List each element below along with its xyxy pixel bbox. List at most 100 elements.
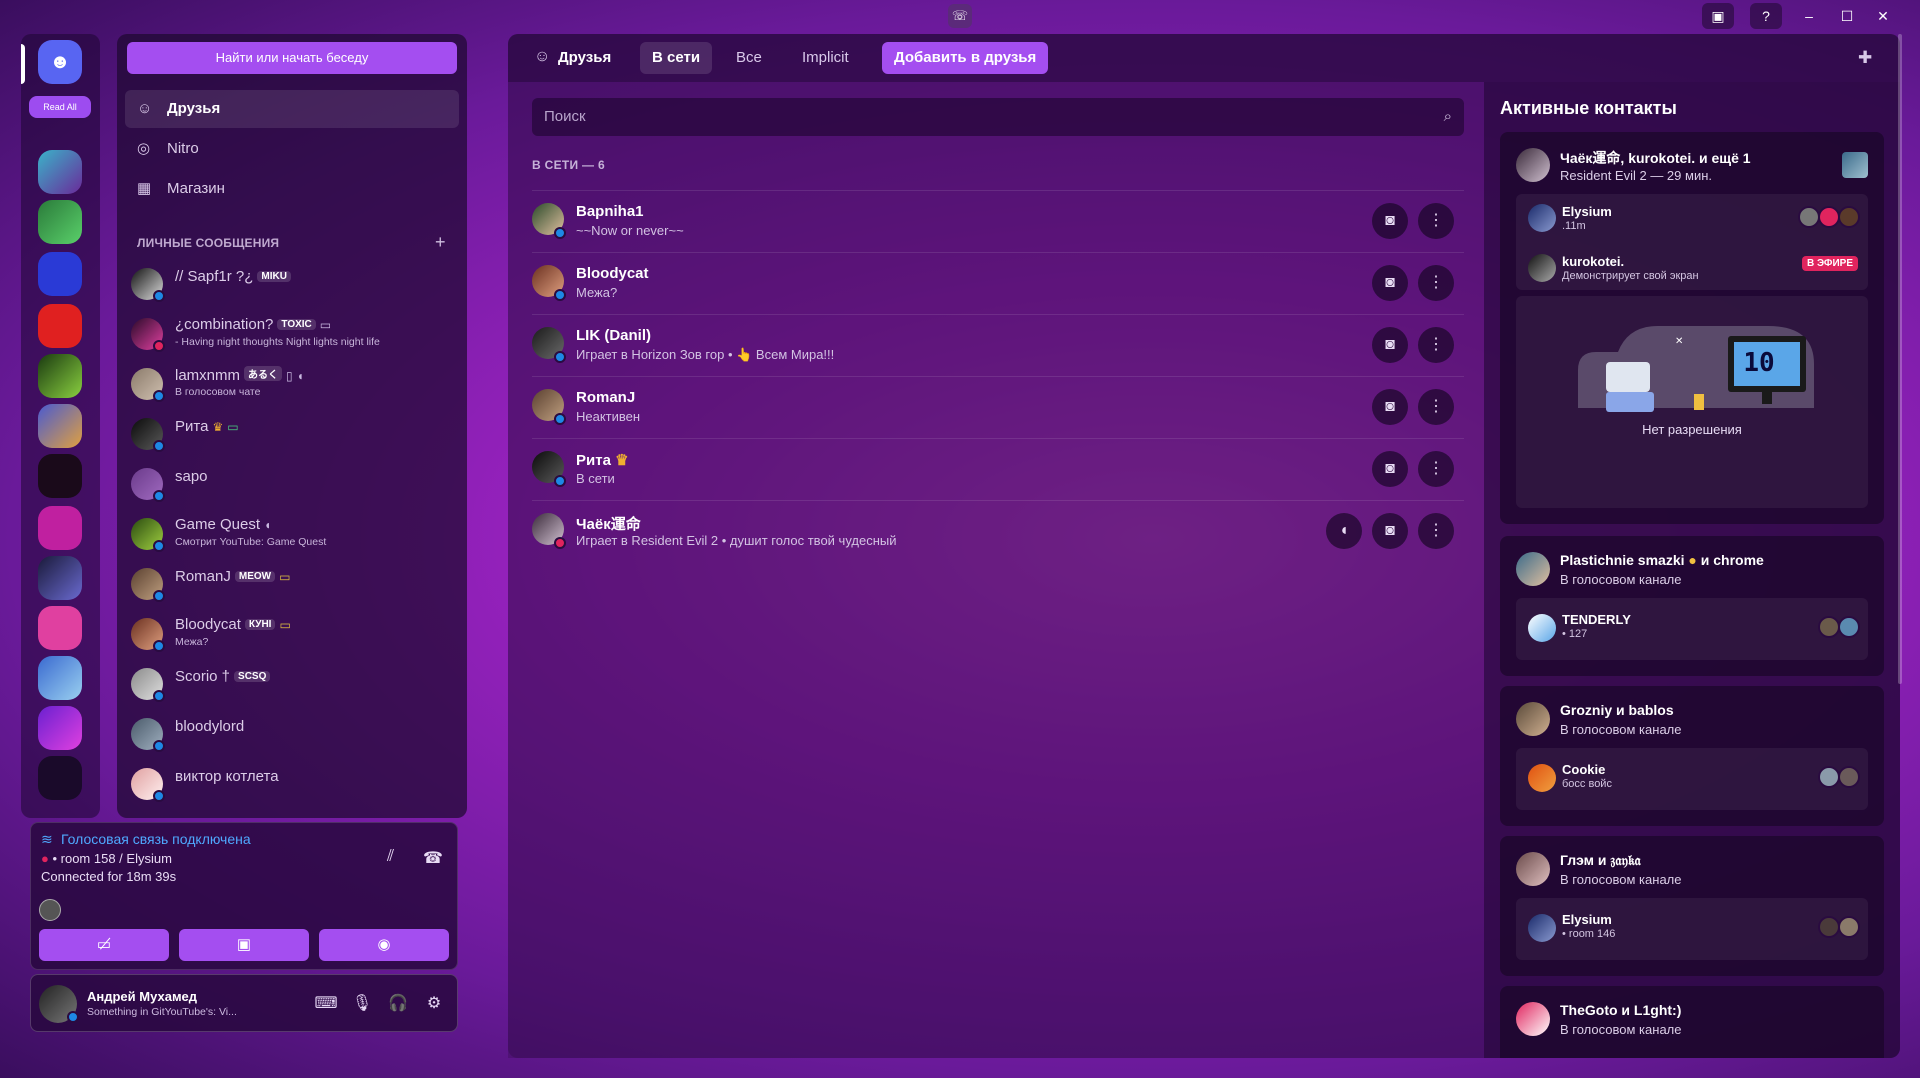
nav-nitro[interactable]: ◎ Nitro xyxy=(125,130,459,168)
server-icon[interactable] xyxy=(38,454,82,498)
server-icon[interactable] xyxy=(38,606,82,650)
message-button[interactable]: ◙ xyxy=(1372,451,1408,487)
participant-avatar[interactable] xyxy=(39,899,61,921)
find-conversation-button[interactable]: Найти или начать беседу xyxy=(127,42,457,74)
mobile-icon: ▯ xyxy=(286,369,293,383)
read-all-button[interactable]: Read All xyxy=(29,96,91,118)
more-button[interactable]: ⋮ xyxy=(1418,265,1454,301)
minimize-icon[interactable]: – xyxy=(1792,4,1826,28)
microphone-icon[interactable]: 🎙 xyxy=(349,991,375,1017)
voice-channel-box[interactable]: TENDERLY • 127 xyxy=(1516,598,1868,660)
more-button[interactable]: ⋮ xyxy=(1418,389,1454,425)
status-dot xyxy=(554,227,566,239)
status-dot xyxy=(153,340,165,352)
dm-name: ¿combination? TOXIC ▭ xyxy=(175,316,332,333)
server-icon[interactable] xyxy=(38,756,82,800)
voice-channel[interactable]: ● • room 158 / Elysium xyxy=(41,851,172,866)
message-button[interactable]: ◙ xyxy=(1372,389,1408,425)
tab-online[interactable]: В сети xyxy=(640,42,713,74)
friend-row[interactable]: RomanJ Неактивен ◙ ⋮ xyxy=(532,376,1464,438)
create-dm-icon[interactable]: + xyxy=(435,232,446,253)
dm-item[interactable]: ¿combination? TOXIC ▭ - Having night thoug… xyxy=(131,312,457,356)
more-button[interactable]: ⋮ xyxy=(1418,203,1454,239)
headphones-icon[interactable]: 🎧 xyxy=(385,991,411,1017)
friend-row[interactable]: LIK (Danil) Играет в Horizon Зов гор • 👆… xyxy=(532,314,1464,376)
server-icon[interactable] xyxy=(38,304,82,348)
friend-row[interactable]: Bloodycat Межа? ◙ ⋮ xyxy=(532,252,1464,314)
add-friend-button[interactable]: Добавить в друзья xyxy=(882,42,1049,74)
dm-item[interactable]: Scorio † SCSQ xyxy=(131,662,457,706)
server-icon[interactable] xyxy=(38,200,82,244)
voice-channel-box[interactable]: Elysium • room 146 xyxy=(1516,898,1868,960)
server-icon[interactable] xyxy=(38,656,82,700)
activity-card[interactable]: Глэм и 𝔷𝔞𝔶𝔨𝔞 В голосовом канале Elysium … xyxy=(1500,836,1884,976)
dm-item[interactable]: // Sapf1r ?¿ MIKU xyxy=(131,262,457,306)
activity-card[interactable]: Grozniy и bablos В голосовом канале Cook… xyxy=(1500,686,1884,826)
gamepad-icon[interactable]: ⌨ xyxy=(313,991,339,1017)
message-button[interactable]: ◙ xyxy=(1372,513,1408,549)
inbox-icon[interactable]: ▣ xyxy=(1702,3,1734,29)
noise-suppression-icon[interactable]: ⫽ xyxy=(387,848,394,866)
dm-item[interactable]: Game Quest ◖ Смотрит YouTube: Game Quest xyxy=(131,512,457,556)
member-avatar xyxy=(1818,916,1840,938)
dm-item[interactable]: Bloodycat КУНІ ▭ Межа? xyxy=(131,612,457,656)
tab-all[interactable]: Все xyxy=(724,42,774,74)
voice-channel-box[interactable]: Elysium .11m kurokotei. Демонстрирует св… xyxy=(1516,194,1868,290)
dm-item[interactable]: Рита ♛ ▭ xyxy=(131,412,457,456)
more-button[interactable]: ⋮ xyxy=(1418,451,1454,487)
more-button[interactable]: ⋮ xyxy=(1418,327,1454,363)
voice-channel-box[interactable]: Cookie босс войс xyxy=(1516,748,1868,810)
camera-button[interactable]: ▭̸ xyxy=(39,929,169,961)
settings-icon[interactable]: ⚙ xyxy=(421,991,447,1017)
guild-tag: TOXIC xyxy=(277,319,316,330)
friend-row[interactable]: Рита ♛ В сети ◙ ⋮ xyxy=(532,438,1464,500)
message-button[interactable]: ◙ xyxy=(1372,327,1408,363)
friend-row[interactable]: Чаёк運命 Играет в Resident Evil 2 • душит … xyxy=(532,500,1464,562)
more-button[interactable]: ⋮ xyxy=(1418,513,1454,549)
activity-title: Глэм и 𝔷𝔞𝔶𝔨𝔞 xyxy=(1560,852,1641,868)
close-icon[interactable]: ✕ xyxy=(1866,4,1900,28)
voice-status-title[interactable]: Голосовая связь подключена xyxy=(61,831,251,847)
dm-status: Межа? xyxy=(175,636,209,648)
home-button[interactable]: ☻ xyxy=(38,40,82,84)
tab-implicit[interactable]: Implicit xyxy=(790,42,861,74)
nav-shop[interactable]: ▦ Магазин xyxy=(125,170,459,208)
server-icon[interactable] xyxy=(38,706,82,750)
search-input[interactable]: Поиск ⌕ xyxy=(532,98,1464,136)
dm-item[interactable]: виктор котлета xyxy=(131,762,457,806)
server-icon[interactable] xyxy=(38,556,82,600)
dm-item[interactable]: RomanJ MEOW ▭ xyxy=(131,562,457,606)
activity-card[interactable]: Plastichnie smazki ● и chrome В голосово… xyxy=(1500,536,1884,676)
scrollbar[interactable] xyxy=(1898,34,1902,684)
maximize-icon[interactable]: ☐ xyxy=(1830,4,1864,28)
avatar xyxy=(1516,148,1550,182)
server-icon[interactable] xyxy=(38,150,82,194)
nav-friends[interactable]: ☺ Друзья xyxy=(125,90,459,128)
server-icon[interactable] xyxy=(38,354,82,398)
activity-card[interactable]: TheGoto и L1ght:) В голосовом канале xyxy=(1500,986,1884,1058)
screen-share-button[interactable]: ▣ xyxy=(179,929,309,961)
server-icon[interactable] xyxy=(38,252,82,296)
stream-preview[interactable]: ✕ 10 Нет разрешения xyxy=(1516,296,1868,508)
message-button[interactable]: ◙ xyxy=(1372,203,1408,239)
join-voice-button[interactable]: ◖ xyxy=(1326,513,1362,549)
guild-tag: あるく xyxy=(244,366,283,381)
screen-icon: ▭ xyxy=(279,618,291,632)
activity-card[interactable]: Чаёк運命, kurokotei. и ещё 1 Resident Evil… xyxy=(1500,132,1884,524)
disconnect-icon[interactable]: ☎ xyxy=(423,848,443,868)
activity-button[interactable]: ◉ xyxy=(319,929,449,961)
server-icon[interactable] xyxy=(38,506,82,550)
channel-name: Elysium xyxy=(1562,912,1612,927)
server-icon[interactable] xyxy=(38,404,82,448)
selected-indicator xyxy=(21,44,25,84)
channel-detail: • 127 xyxy=(1562,628,1588,640)
dm-item[interactable]: sapo xyxy=(131,462,457,506)
friend-row[interactable]: Bapniha1 ~~Now or never~~ ◙ ⋮ xyxy=(532,190,1464,252)
dm-item[interactable]: bloodylord xyxy=(131,712,457,756)
help-icon[interactable]: ? xyxy=(1750,3,1782,29)
dm-name: Bloodycat КУНІ ▭ xyxy=(175,616,291,633)
message-button[interactable]: ◙ xyxy=(1372,265,1408,301)
voice-duration: Connected for 18m 39s xyxy=(41,869,177,884)
dm-item[interactable]: lamxnmm あるく ▯ ◖ В голосовом чате xyxy=(131,362,457,406)
new-group-dm-icon[interactable]: ✚ xyxy=(1858,48,1872,68)
